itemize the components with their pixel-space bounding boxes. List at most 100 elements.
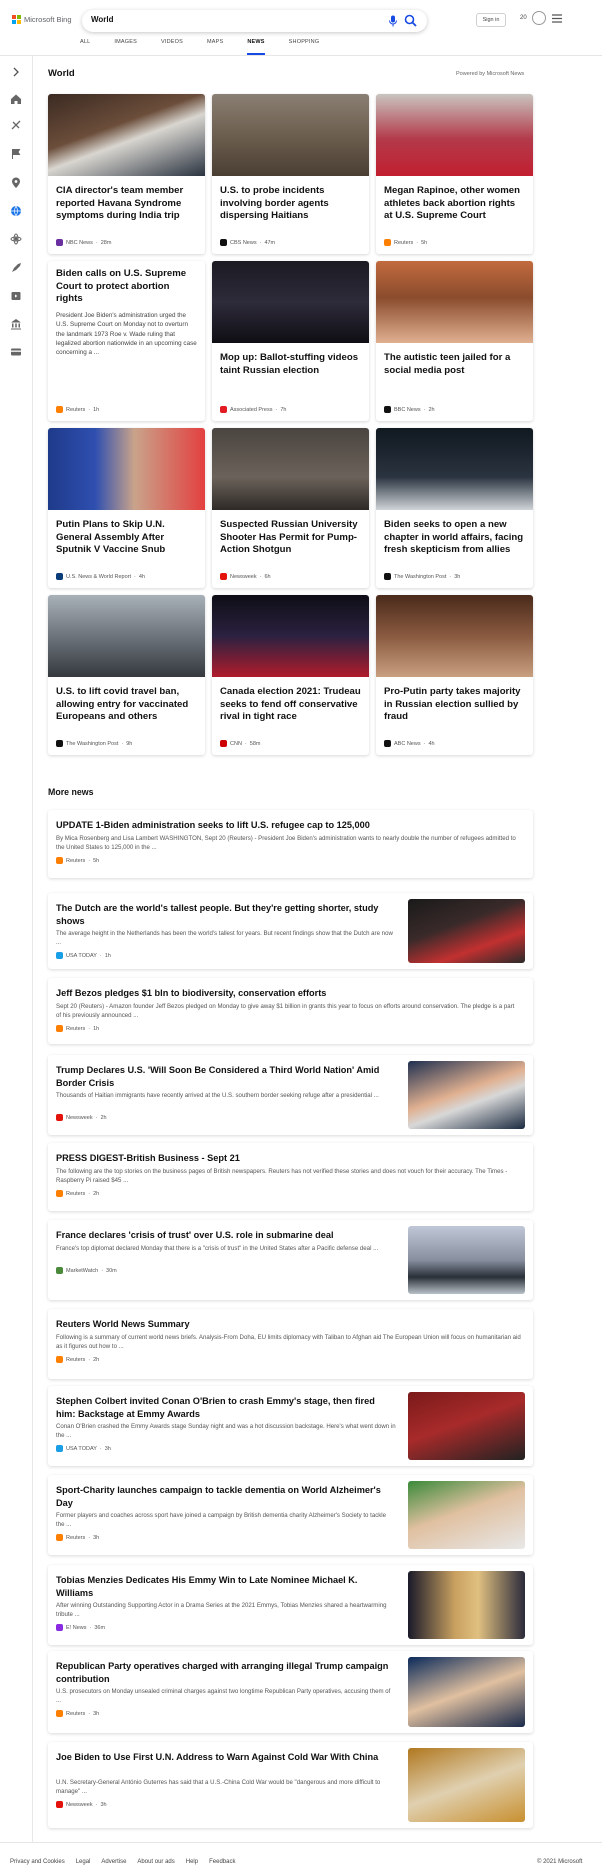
news-image[interactable] <box>48 428 205 510</box>
more-news-item[interactable]: Jeff Bezos pledges $1 bln to biodiversit… <box>48 978 533 1044</box>
more-news-title[interactable]: Stephen Colbert invited Conan O'Brien to… <box>56 1395 396 1421</box>
news-card-source[interactable]: ABC News · 4h <box>384 740 435 747</box>
news-card[interactable]: Biden seeks to open a new chapter in wor… <box>376 428 533 588</box>
more-news-source[interactable]: Reuters · 1h <box>56 1025 99 1032</box>
globe-icon[interactable] <box>10 205 22 217</box>
news-card[interactable]: Mop up: Ballot-stuffing videos taint Rus… <box>212 261 369 421</box>
hamburger-menu-icon[interactable] <box>552 14 562 23</box>
more-news-source[interactable]: MarketWatch · 30m <box>56 1267 117 1274</box>
news-card[interactable]: The autistic teen jailed for a social me… <box>376 261 533 421</box>
science-icon[interactable] <box>10 233 22 245</box>
news-image[interactable] <box>376 94 533 176</box>
news-image[interactable] <box>212 595 369 677</box>
news-card-source[interactable]: Associated Press · 7h <box>220 406 286 413</box>
more-news-source[interactable]: Reuters · 3h <box>56 1710 99 1717</box>
more-news-source[interactable]: Reuters · 5h <box>56 857 99 864</box>
rewards-trophy-icon[interactable] <box>532 11 546 25</box>
more-news-source[interactable]: Reuters · 2h <box>56 1356 99 1363</box>
footer-link-legal[interactable]: Legal <box>76 1859 91 1865</box>
tab-videos[interactable]: VIDEOS <box>161 38 183 55</box>
sports-icon[interactable] <box>10 119 22 131</box>
rewards-points[interactable]: 20 <box>520 15 527 21</box>
news-card[interactable]: Pro-Putin party takes majority in Russia… <box>376 595 533 755</box>
news-card[interactable]: Biden calls on U.S. Supreme Court to pro… <box>48 261 205 421</box>
news-card[interactable]: U.S. to probe incidents involving border… <box>212 94 369 254</box>
more-news-source[interactable]: E! News · 36m <box>56 1624 105 1631</box>
more-news-item[interactable]: The Dutch are the world's tallest people… <box>48 893 533 969</box>
news-image[interactable] <box>48 94 205 176</box>
more-news-title[interactable]: Jeff Bezos pledges $1 bln to biodiversit… <box>56 987 521 1000</box>
news-card[interactable]: Megan Rapinoe, other women athletes back… <box>376 94 533 254</box>
more-news-source[interactable]: Newsweek · 3h <box>56 1801 107 1808</box>
more-news-title[interactable]: The Dutch are the world's tallest people… <box>56 902 396 928</box>
news-card[interactable]: Canada election 2021: Trudeau seeks to f… <box>212 595 369 755</box>
news-image[interactable] <box>212 94 369 176</box>
news-card-source[interactable]: BBC News · 2h <box>384 406 435 413</box>
footer-link-about-our-ads[interactable]: About our ads <box>137 1859 174 1865</box>
more-news-thumbnail[interactable] <box>408 1226 525 1294</box>
more-news-thumbnail[interactable] <box>408 899 525 963</box>
news-card-title[interactable]: Biden calls on U.S. Supreme Court to pro… <box>56 268 198 306</box>
more-news-title[interactable]: Republican Party operatives charged with… <box>56 1660 396 1686</box>
news-card[interactable]: Putin Plans to Skip U.N. General Assembl… <box>48 428 205 588</box>
footer-link-advertise[interactable]: Advertise <box>101 1859 126 1865</box>
search-box[interactable]: World <box>82 10 427 32</box>
news-card-source[interactable]: NBC News · 28m <box>56 239 111 246</box>
more-news-item[interactable]: Tobias Menzies Dedicates His Emmy Win to… <box>48 1565 533 1645</box>
tab-all[interactable]: ALL <box>80 38 90 55</box>
news-card-source[interactable]: CNN · 58m <box>220 740 260 747</box>
location-pin-icon[interactable] <box>10 177 22 189</box>
more-news-item[interactable]: Republican Party operatives charged with… <box>48 1651 533 1733</box>
more-news-title[interactable]: Tobias Menzies Dedicates His Emmy Win to… <box>56 1574 396 1600</box>
more-news-source[interactable]: Reuters · 3h <box>56 1534 99 1541</box>
tab-shopping[interactable]: SHOPPING <box>289 38 320 55</box>
more-news-title[interactable]: Sport-Charity launches campaign to tackl… <box>56 1484 396 1510</box>
news-image[interactable] <box>212 261 369 343</box>
more-news-item[interactable]: Trump Declares U.S. 'Will Soon Be Consid… <box>48 1055 533 1135</box>
news-image[interactable] <box>212 428 369 510</box>
search-input[interactable]: World <box>91 15 114 24</box>
more-news-title[interactable]: Joe Biden to Use First U.N. Address to W… <box>56 1751 396 1764</box>
news-card-title[interactable]: CIA director's team member reported Hava… <box>56 185 198 223</box>
more-news-thumbnail[interactable] <box>408 1748 525 1822</box>
more-news-thumbnail[interactable] <box>408 1061 525 1129</box>
more-news-thumbnail[interactable] <box>408 1571 525 1639</box>
news-card-source[interactable]: U.S. News & World Report · 4h <box>56 573 145 580</box>
more-news-item[interactable]: Joe Biden to Use First U.N. Address to W… <box>48 1742 533 1828</box>
footer-link-help[interactable]: Help <box>186 1859 198 1865</box>
home-icon[interactable] <box>10 93 22 105</box>
sign-in-button[interactable]: Sign in <box>476 13 506 27</box>
news-card-source[interactable]: The Washington Post · 3h <box>384 573 460 580</box>
more-news-source[interactable]: USA TODAY · 3h <box>56 1445 111 1452</box>
news-card[interactable]: Suspected Russian University Shooter Has… <box>212 428 369 588</box>
more-news-item[interactable]: Reuters World News Summary Following is a… <box>48 1309 533 1379</box>
flag-icon[interactable] <box>10 148 22 160</box>
news-card-title[interactable]: Megan Rapinoe, other women athletes back… <box>384 185 526 223</box>
news-card-title[interactable]: Biden seeks to open a new chapter in wor… <box>384 519 526 557</box>
more-news-title[interactable]: PRESS DIGEST-British Business - Sept 21 <box>56 1152 521 1165</box>
microphone-icon[interactable] <box>388 15 398 27</box>
news-card-source[interactable]: Reuters · 1h <box>56 406 99 413</box>
tab-maps[interactable]: MAPS <box>207 38 223 55</box>
news-image[interactable] <box>376 428 533 510</box>
tab-news[interactable]: NEWS <box>247 38 265 55</box>
news-image[interactable] <box>376 261 533 343</box>
more-news-title[interactable]: France declares 'crisis of trust' over U… <box>56 1229 396 1242</box>
news-card-title[interactable]: Canada election 2021: Trudeau seeks to f… <box>220 686 362 724</box>
more-news-source[interactable]: USA TODAY · 1h <box>56 952 111 959</box>
search-icon[interactable] <box>404 14 417 27</box>
news-card-title[interactable]: Putin Plans to Skip U.N. General Assembl… <box>56 519 198 557</box>
more-news-item[interactable]: Stephen Colbert invited Conan O'Brien to… <box>48 1386 533 1466</box>
more-news-item[interactable]: PRESS DIGEST-British Business - Sept 21 T… <box>48 1143 533 1211</box>
footer-link-feedback[interactable]: Feedback <box>209 1859 235 1865</box>
news-card-title[interactable]: The autistic teen jailed for a social me… <box>384 352 526 377</box>
news-card[interactable]: U.S. to lift covid travel ban, allowing … <box>48 595 205 755</box>
more-news-item[interactable]: France declares 'crisis of trust' over U… <box>48 1220 533 1300</box>
more-news-title[interactable]: UPDATE 1-Biden administration seeks to l… <box>56 819 521 832</box>
news-card[interactable]: CIA director's team member reported Hava… <box>48 94 205 254</box>
news-card-title[interactable]: Mop up: Ballot-stuffing videos taint Rus… <box>220 352 362 377</box>
more-news-item[interactable]: UPDATE 1-Biden administration seeks to l… <box>48 810 533 878</box>
more-news-thumbnail[interactable] <box>408 1392 525 1460</box>
more-news-title[interactable]: Trump Declares U.S. 'Will Soon Be Consid… <box>56 1064 396 1090</box>
more-news-thumbnail[interactable] <box>408 1657 525 1727</box>
